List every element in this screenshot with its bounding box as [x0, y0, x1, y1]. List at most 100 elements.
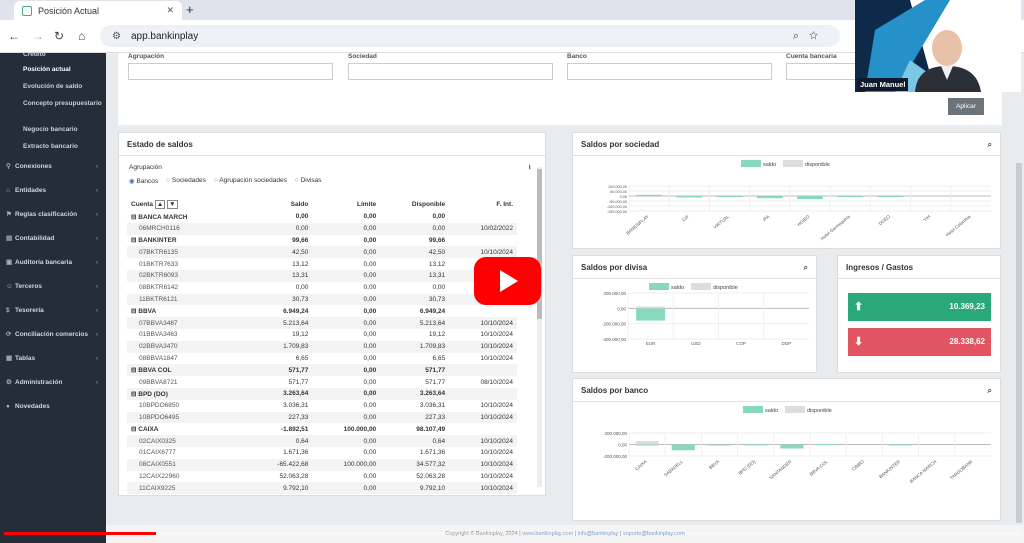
zoom-bookmark-icons[interactable]: ⌕☆ [793, 30, 828, 43]
x-tick-label: DGEO [878, 214, 892, 227]
sidebar-item[interactable]: ⟳ Conciliación comercios ‹ [0, 323, 106, 347]
sidebar-subitem[interactable]: Evolución de saldo [0, 79, 106, 96]
table-row[interactable]: 01CAIX6777 1.671,36 0,00 1.671,36 10/10/2024 [127, 447, 517, 459]
youtube-play-button[interactable] [474, 257, 541, 305]
cell-d: 3.036,31 [419, 402, 446, 410]
legend-label-disponible: disponible [805, 162, 830, 168]
sidebar-item[interactable]: ▤ Contabilidad ‹ [0, 227, 106, 251]
cuenta-input[interactable] [786, 63, 866, 80]
banco-input[interactable] [567, 63, 772, 80]
bar-saldo [888, 444, 913, 446]
close-tab-icon[interactable]: ✕ [166, 5, 174, 16]
table-row[interactable]: 01BKTR763313,120,0013,1210/10/2024 [127, 258, 517, 270]
download-icon[interactable]: ⭳ [529, 163, 531, 174]
cell-l: 0,00 [363, 284, 377, 292]
table-row[interactable]: 11BKTR6121 30,73 0,00 30,73 [127, 293, 517, 306]
presenter-video: Juan Manuel [855, 0, 1021, 92]
cell-f [449, 364, 517, 377]
sidebar-item[interactable]: ● Novedades [0, 395, 106, 419]
sidebar-item[interactable]: ▦ Tablas ‹ [0, 347, 106, 371]
new-tab-icon[interactable]: + [186, 2, 194, 17]
sidebar-subitem[interactable]: Posición actual [0, 62, 106, 79]
video-progress-bar[interactable] [4, 532, 1020, 535]
col-limite[interactable]: Límite [312, 197, 380, 211]
cell-s: 3.036,31 [283, 402, 309, 410]
bar-saldo [797, 196, 823, 199]
table-scrollbar[interactable] [537, 167, 542, 487]
cell-l: 0,00 [312, 317, 381, 329]
sidebar-item[interactable]: $ Tesorería ‹ [0, 299, 106, 323]
table-row[interactable]: 02CAIX0325 0,64 0,00 0,64 10/10/2024 [127, 435, 517, 447]
zoom-icon[interactable]: ⌕ [804, 256, 808, 279]
cell-l: 0,00 [312, 222, 381, 235]
radio-2[interactable]: ○ Agrupación sociedades [214, 177, 287, 185]
cell-f: 10/10/2024 [449, 317, 517, 329]
table-row[interactable]: 08BKTR6142 0,00 0,00 0,00 [127, 282, 517, 294]
table-row[interactable]: 09BBVA8721 571,77 0,00 571,77 08/10/2024 [127, 376, 517, 388]
col-fint[interactable]: F. Int. [449, 197, 517, 211]
sidebar-item[interactable]: ⚑ Reglas clasificación ‹ [0, 203, 106, 227]
back-icon[interactable]: ← [8, 29, 20, 43]
url-input[interactable]: ⚙ app.bankinplay ⌕☆ [100, 25, 840, 47]
table-row[interactable]: 12CAIX22960 52.063,28 0,00 52.063,28 10/10/2… [127, 471, 517, 483]
play-icon [500, 270, 518, 292]
table-row[interactable]: ⊟ BBVA COL 571,77 0,00 571,77 [127, 364, 517, 377]
sort-up-icon[interactable]: ▲ [154, 199, 166, 209]
forward-icon[interactable]: → [32, 29, 44, 43]
browser-tab[interactable]: Posición Actual ✕ [14, 1, 182, 20]
agrupacion-input[interactable] [128, 63, 333, 80]
sidebar-subitem[interactable]: Extracto bancario [0, 139, 106, 156]
y-tick-label: 0,00 [617, 306, 626, 311]
sidebar-item[interactable]: ⌂ Entidades ‹ [0, 179, 106, 203]
table-row[interactable]: 06MRCH0116 0,00 0,00 0,00 10/02/2022 [127, 222, 517, 235]
table-row[interactable]: 07BKTR6135 42,50 0,00 42,50 10/10/2024 [127, 246, 517, 259]
sidebar-item[interactable]: ▣ Auditoría bancaria ‹ [0, 251, 106, 275]
x-tick-label: BPD (DO) [738, 459, 757, 476]
sidebar-item[interactable]: ⚲ Conexiones ‹ [0, 155, 106, 179]
table-row[interactable]: ⊟ BPD (DO) 3.263,64 0,00 3.263,64 [127, 387, 517, 400]
radio-1[interactable]: ○ Sociedades [166, 177, 206, 185]
bar-saldo [744, 444, 768, 446]
sidebar-item[interactable]: ☺ Terceros ‹ [0, 275, 106, 299]
sidebar-item[interactable]: ⚙ Administración ‹ [0, 371, 106, 395]
col-cuenta[interactable]: Cuenta ▲ ▼ [127, 197, 247, 211]
sidebar-subitem[interactable]: Concepto presupuestario [0, 95, 106, 122]
x-tick-label: IPA [762, 214, 771, 222]
table-row[interactable]: 02BKTR6093 13,31 0,00 13,31 [127, 269, 517, 282]
cell-l: 0,00 [363, 402, 377, 410]
radio-3[interactable]: ○ Divisas [295, 177, 322, 185]
table-row[interactable]: ⊟ BANCA MARCH 0,00 0,00 0,00 [127, 211, 517, 223]
bar-disponible [636, 306, 666, 309]
site-info-icon[interactable]: ⚙ [112, 31, 121, 42]
table-row[interactable]: ⊟ BANKINTER 99,66 0,00 99,66 [127, 235, 517, 247]
sidebar-subitem[interactable]: Crédito [0, 51, 106, 62]
zoom-icon[interactable]: ⌕ [988, 379, 992, 402]
page-scrollbar[interactable] [1016, 163, 1022, 523]
chevron-icon: ‹ [95, 355, 98, 362]
cell-l: 0,00 [312, 269, 381, 282]
sociedad-input[interactable] [348, 63, 553, 80]
table-row[interactable]: 10BPDO6495 227,33 0,00 227,33 10/10/2024 [127, 411, 517, 424]
table-row[interactable]: 07BBVA3487 5.213,64 0,00 5.213,64 10/10/2024 [127, 317, 517, 329]
table-row[interactable]: ⊟ CAIXA -1.892,51 100.000,00 98.107,49 [127, 423, 517, 435]
apply-button[interactable]: Aplicar [948, 98, 984, 115]
bar-saldo [816, 444, 840, 446]
zoom-icon[interactable]: ⌕ [988, 133, 992, 156]
table-row[interactable]: 02BBVA3470 1.709,83 0,00 1.709,83 10/10/2024 [127, 340, 517, 353]
table-row[interactable]: 01BBVA3463 19,12 0,00 19,12 10/10/2024 [127, 329, 517, 341]
cell-f: 10/10/2024 [480, 402, 513, 410]
audit-icon: ▣ [6, 259, 13, 266]
home-icon[interactable]: ⌂ [78, 29, 85, 43]
col-saldo[interactable]: Saldo [247, 197, 312, 211]
table-row[interactable]: 10BPDO6850 3.036,31 0,00 3.036,31 10/10/2024 [127, 400, 517, 412]
radio-0[interactable]: ◉ Bancos [129, 177, 158, 185]
col-disponible[interactable]: Disponible [380, 197, 449, 211]
reload-icon[interactable]: ↻ [54, 29, 64, 43]
cell-f [449, 423, 517, 435]
table-row[interactable]: ⊟ BBVA 6.949,24 0,00 6.949,24 [127, 305, 517, 317]
table-row[interactable]: 11CAIX9225 9.792,10 0,00 9.792,10 10/10/2024 [127, 482, 517, 495]
table-row[interactable]: 08BBVA1847 6,65 0,00 6,65 10/10/2024 [127, 353, 517, 365]
table-row[interactable]: 08CAIX0551 -65.422,68 100.000,00 34.577,32 1… [127, 458, 517, 471]
sidebar-subitem[interactable]: Negocio bancario [0, 122, 106, 139]
sort-down-icon[interactable]: ▼ [167, 199, 178, 209]
